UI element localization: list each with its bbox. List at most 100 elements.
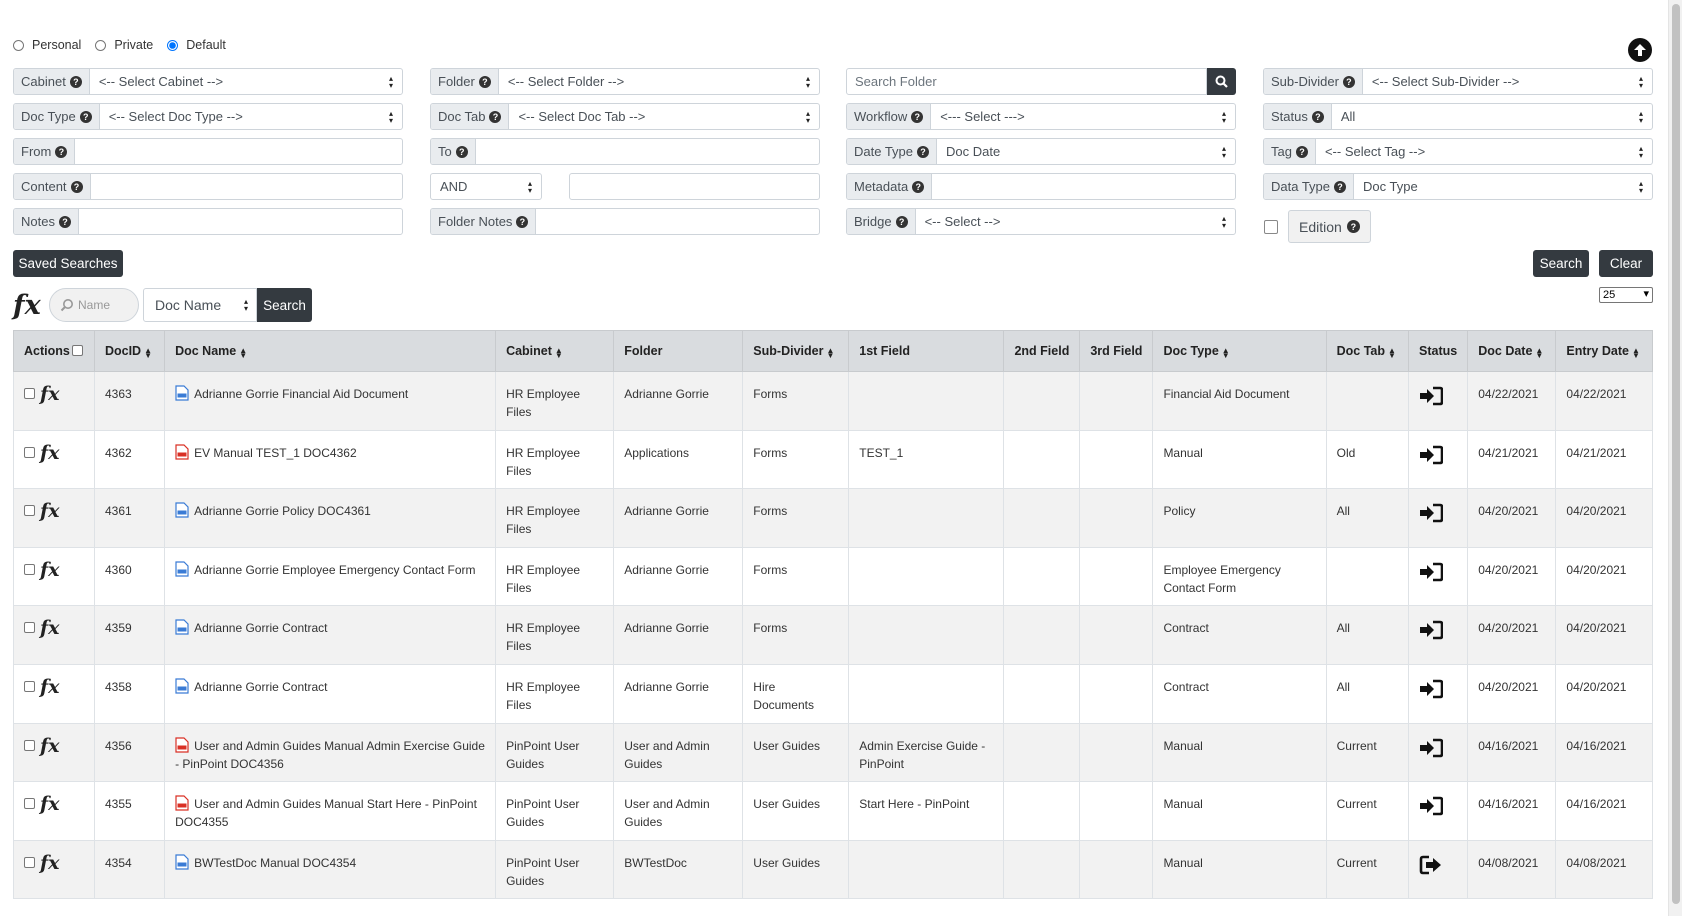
sign-in-icon[interactable] (1419, 620, 1444, 640)
date-type-select[interactable]: Date Type? Doc Date (846, 138, 1236, 165)
row-checkbox[interactable] (24, 739, 35, 751)
doc-type-value[interactable]: <-- Select Doc Type --> (100, 104, 402, 129)
status-value[interactable]: All (1332, 104, 1652, 129)
search-button[interactable]: Search (1533, 250, 1589, 277)
clear-button[interactable]: Clear (1599, 250, 1653, 277)
workflow-select[interactable]: Workflow? <--- Select ---> (846, 103, 1236, 130)
col-entrydate[interactable]: Entry Date ▲ ▼ (1555, 330, 1653, 372)
scope-default[interactable]: Default (167, 38, 226, 52)
docname-link[interactable]: Adrianne Gorrie Financial Aid Document (194, 387, 408, 401)
table-row[interactable]: fx 4363 Adrianne Gorrie Financial Aid Docu… (13, 371, 1653, 431)
sign-in-icon[interactable] (1419, 796, 1444, 816)
row-checkbox[interactable] (24, 446, 35, 458)
docname-link[interactable]: EV Manual TEST_1 DOC4362 (194, 446, 357, 460)
scope-default-radio[interactable] (167, 39, 179, 51)
col-docname[interactable]: Doc Name ▲ ▼ (164, 330, 497, 372)
cell-docname[interactable]: Adrianne Gorrie Contract (164, 664, 497, 724)
sub-divider-value[interactable]: <-- Select Sub-Divider --> (1363, 69, 1652, 94)
cell-docname[interactable]: User and Admin Guides Manual Admin Exerc… (164, 723, 497, 783)
edition-checkbox[interactable] (1264, 219, 1278, 234)
help-icon[interactable]: ? (69, 75, 82, 88)
cabinet-value[interactable]: <-- Select Cabinet --> (90, 69, 402, 94)
bridge-select[interactable]: Bridge? <-- Select --> (846, 208, 1236, 235)
help-icon[interactable]: ? (79, 110, 92, 123)
sign-in-icon[interactable] (1419, 445, 1444, 465)
content-secondary-input[interactable] (570, 174, 819, 199)
fx-icon[interactable]: fx (40, 795, 60, 814)
name-search-input[interactable]: Name (49, 288, 139, 322)
docname-link[interactable]: User and Admin Guides Manual Start Here … (175, 797, 477, 829)
docname-link[interactable]: Adrianne Gorrie Policy DOC4361 (194, 504, 371, 518)
help-icon[interactable]: ? (455, 145, 468, 158)
fx-icon[interactable]: fx (40, 502, 60, 521)
operator-value[interactable]: AND (431, 174, 541, 199)
fx-search-button[interactable]: Search (257, 288, 312, 322)
col-subdivider[interactable]: Sub-Divider ▲ ▼ (742, 330, 850, 372)
help-icon[interactable]: ? (489, 110, 502, 123)
scrollbar-thumb[interactable] (1672, 4, 1680, 904)
table-row[interactable]: fx 4361 Adrianne Gorrie Policy DOC4361 HR E… (13, 488, 1653, 548)
select-all-checkbox[interactable] (71, 345, 83, 356)
help-icon[interactable]: ? (911, 110, 924, 123)
saved-searches-button[interactable]: Saved Searches (13, 250, 123, 277)
help-icon[interactable]: ? (478, 75, 491, 88)
fx-icon[interactable]: fx (40, 619, 60, 638)
row-checkbox[interactable] (24, 388, 35, 399)
fx-icon[interactable]: fx (40, 677, 60, 696)
row-checkbox[interactable] (24, 622, 35, 634)
doc-type-select[interactable]: Doc Type? <-- Select Doc Type --> (13, 103, 403, 130)
folder-notes-input[interactable] (536, 209, 819, 234)
sign-in-icon[interactable] (1419, 738, 1444, 758)
row-checkbox[interactable] (24, 563, 35, 575)
scope-private[interactable]: Private (95, 38, 153, 52)
search-folder-button[interactable] (1207, 68, 1236, 95)
to-input[interactable] (476, 139, 819, 164)
folder-select[interactable]: Folder? <-- Select Folder --> (430, 68, 820, 95)
tag-select[interactable]: Tag? <-- Select Tag --> (1263, 138, 1653, 165)
help-icon[interactable]: ? (55, 145, 68, 158)
cell-docname[interactable]: Adrianne Gorrie Financial Aid Document (164, 371, 497, 431)
from-input[interactable] (75, 139, 402, 164)
sub-divider-select[interactable]: Sub-Divider? <-- Select Sub-Divider --> (1263, 68, 1653, 95)
table-row[interactable]: fx 4359 Adrianne Gorrie Contract HR Employe… (13, 605, 1653, 665)
edition-button[interactable]: Edition? (1288, 210, 1371, 243)
metadata-field[interactable]: Metadata? (846, 173, 1236, 200)
content-secondary-field[interactable] (569, 173, 820, 200)
table-row[interactable]: fx 4356 User and Admin Guides Manual Admin… (13, 723, 1653, 783)
table-row[interactable]: fx 4358 Adrianne Gorrie Contract HR Employe… (13, 664, 1653, 724)
content-field[interactable]: Content? (13, 173, 403, 200)
col-doctype[interactable]: Doc Type ▲ ▼ (1152, 330, 1327, 372)
search-field-select[interactable]: Doc Name (143, 288, 257, 322)
folder-notes-field[interactable]: Folder Notes? (430, 208, 820, 235)
sign-out-icon[interactable] (1419, 855, 1443, 875)
cell-docname[interactable]: EV Manual TEST_1 DOC4362 (164, 430, 497, 490)
help-icon[interactable]: ? (1342, 75, 1355, 88)
from-date-field[interactable]: From? (13, 138, 403, 165)
scope-personal-radio[interactable] (13, 39, 24, 51)
tag-value[interactable]: <-- Select Tag --> (1316, 139, 1652, 164)
row-checkbox[interactable] (24, 798, 35, 810)
sign-in-icon[interactable] (1419, 503, 1444, 523)
search-folder-input[interactable]: Search Folder (846, 68, 1207, 95)
doc-tab-select[interactable]: Doc Tab? <-- Select Doc Tab --> (430, 103, 820, 130)
table-row[interactable]: fx 4354 BWTestDoc Manual DOC4354 PinPoint U… (13, 840, 1653, 900)
help-icon[interactable]: ? (58, 215, 71, 228)
docname-link[interactable]: BWTestDoc Manual DOC4354 (194, 856, 356, 870)
page-size-select[interactable]: 25 (1599, 287, 1653, 303)
sign-in-icon[interactable] (1419, 562, 1444, 582)
cell-docname[interactable]: Adrianne Gorrie Employee Emergency Conta… (164, 547, 497, 607)
help-icon[interactable]: ? (895, 215, 908, 228)
help-icon[interactable]: ? (1295, 145, 1308, 158)
doc-tab-value[interactable]: <-- Select Doc Tab --> (509, 104, 819, 129)
date-type-value[interactable]: Doc Date (937, 139, 1235, 164)
fx-icon[interactable]: fx (40, 853, 60, 872)
table-row[interactable]: fx 4360 Adrianne Gorrie Employee Emergency… (13, 547, 1653, 607)
metadata-input[interactable] (932, 174, 1235, 199)
vertical-scrollbar[interactable] (1668, 0, 1682, 916)
help-icon[interactable]: ? (1334, 180, 1347, 193)
row-checkbox[interactable] (24, 856, 35, 868)
help-icon[interactable]: ? (70, 180, 83, 193)
cell-docname[interactable]: BWTestDoc Manual DOC4354 (164, 840, 497, 900)
bridge-value[interactable]: <-- Select --> (916, 209, 1235, 234)
sign-in-icon[interactable] (1419, 679, 1444, 699)
